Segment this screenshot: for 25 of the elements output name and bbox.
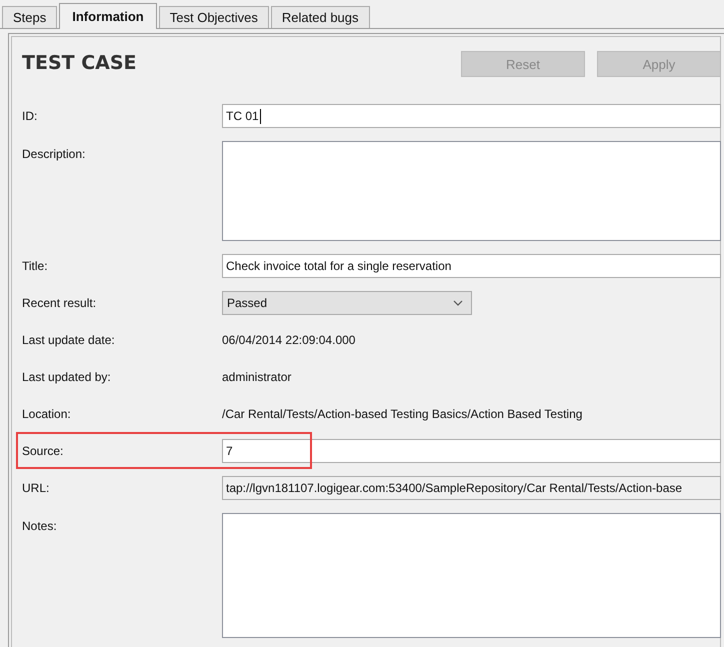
field-label: Description: [22, 147, 86, 161]
tab[interactable]: Information [59, 3, 157, 29]
input-field[interactable]: TC 01 [222, 104, 721, 128]
dropdown[interactable]: Passed [222, 291, 472, 315]
field-label: Last updated by: [22, 370, 112, 384]
field-label: Location: [22, 407, 72, 421]
field-label: URL: [22, 481, 50, 495]
field-value: administrator [222, 370, 292, 384]
input-field[interactable]: 7 [222, 439, 721, 463]
chevron-down-icon [453, 300, 463, 306]
tab[interactable]: Test Objectives [158, 6, 269, 28]
input-field[interactable]: Check invoice total for a single reservation [222, 254, 721, 278]
field-label: Title: [22, 259, 49, 273]
field-label: Last update date: [22, 333, 116, 347]
field-label: Notes: [22, 519, 58, 533]
text-area[interactable] [222, 141, 721, 241]
field-value: 06/04/2014 22:09:04.000 [222, 333, 356, 347]
field-label: Source: [22, 444, 64, 458]
tab[interactable]: Related bugs [270, 6, 370, 28]
field-label: ID: [22, 109, 38, 123]
tab[interactable]: Steps [2, 6, 58, 28]
form-heading: TEST CASE [22, 52, 137, 74]
field-label: Recent result: [22, 296, 98, 310]
field-value: /Car Rental/Tests/Action-based Testing Basics/Action Based Testing [222, 407, 582, 421]
readonly-field: tap://lgvn181107.logigear.com:53400/SampleRepository/Car Rental/Tests/Action-base [222, 476, 721, 500]
